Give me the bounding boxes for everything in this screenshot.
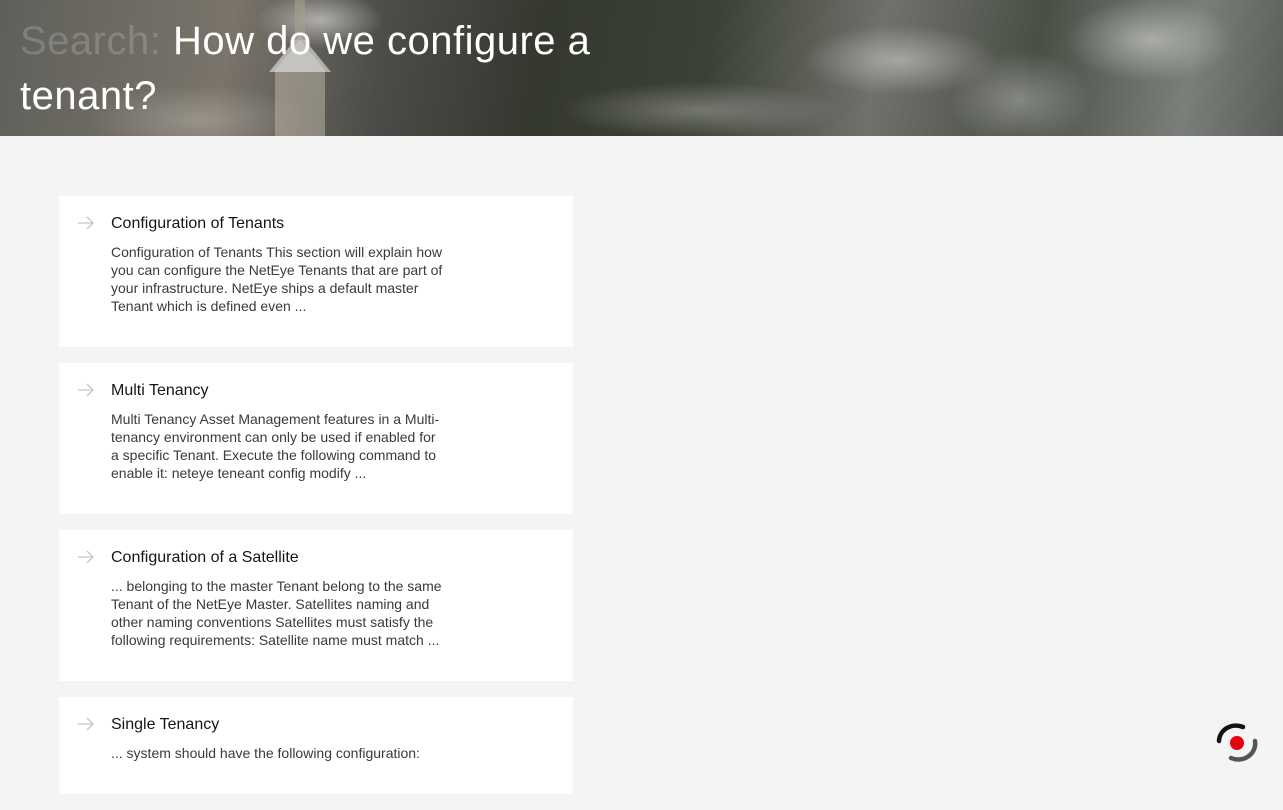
arrow-right-icon [78, 717, 94, 731]
arrow-right-icon [78, 550, 94, 564]
hero-banner: Search: How do we configure a tenant? [0, 0, 1283, 136]
result-card[interactable]: Configuration of Tenants Configuration o… [59, 196, 573, 347]
result-snippet: Configuration of Tenants This section wi… [111, 244, 443, 314]
result-title[interactable]: Configuration of a Satellite [111, 548, 573, 568]
assistant-logo-icon [1216, 723, 1258, 762]
result-title[interactable]: Configuration of Tenants [111, 214, 573, 234]
result-card[interactable]: Multi Tenancy Multi Tenancy Asset Manage… [59, 363, 573, 514]
arrow-right-icon [78, 216, 94, 230]
result-snippet: Multi Tenancy Asset Management features … [111, 411, 440, 481]
title-prefix: Search: [20, 19, 162, 63]
result-title[interactable]: Single Tenancy [111, 715, 573, 735]
result-snippet: ... belonging to the master Tenant belon… [111, 578, 442, 648]
assistant-button[interactable] [1215, 723, 1259, 763]
arrow-right-icon [78, 383, 94, 397]
search-results-list: Configuration of Tenants Configuration o… [59, 196, 573, 810]
result-card[interactable]: Configuration of a Satellite ... belongi… [59, 530, 573, 681]
result-title[interactable]: Multi Tenancy [111, 381, 573, 401]
result-card[interactable]: Single Tenancy ... system should have th… [59, 697, 573, 794]
result-snippet: ... system should have the following con… [111, 745, 420, 761]
page-title: Search: How do we configure a tenant? [20, 14, 660, 124]
